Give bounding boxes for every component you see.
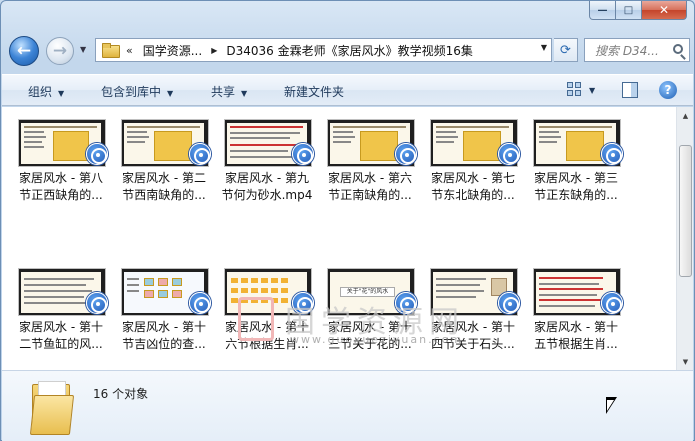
address-bar[interactable]: « 国学资源... ▶ D34036 金霖老师《家居风水》教学视频16集 ▼ <box>95 38 552 62</box>
file-name: 家居风水 - 第三 节正东缺角的... <box>534 171 618 202</box>
preview-pane-icon[interactable] <box>622 82 638 98</box>
folder-icon <box>102 43 120 58</box>
file-item[interactable]: 家居风水 - 第十 五节根据生肖... <box>517 256 623 356</box>
explorer-window: — □ ✕ ← → ▼ « 国学资源... ▶ D34036 金霖老师《家居风水… <box>0 0 695 441</box>
file-name: 家居风水 - 第十 四节关于石头... <box>431 320 515 351</box>
view-options-icon[interactable] <box>567 82 583 98</box>
include-in-library-label: 包含到库中 <box>101 85 162 99</box>
file-item[interactable]: 家居风水 - 第七 节东北缺角的... <box>414 107 520 207</box>
file-item[interactable]: 家居风水 - 第九 节何为砂水.mp4 <box>208 107 314 207</box>
close-button[interactable]: ✕ <box>642 1 687 20</box>
item-count: 16 个对象 <box>93 387 149 401</box>
share-label: 共享 <box>211 85 236 99</box>
file-name: 家居风水 - 第十 二节鱼缸的风... <box>19 320 103 351</box>
file-item[interactable]: 家居风水 - 第十 六节根据生肖... <box>208 256 314 356</box>
caption-buttons: — □ ✕ <box>589 1 687 20</box>
recent-pages-dropdown-icon[interactable]: ▼ <box>80 45 86 54</box>
slide-title: 关于"花"的风水 <box>340 287 395 297</box>
file-name: 家居风水 - 第十 三节关于花的... <box>328 320 412 351</box>
breadcrumb-current[interactable]: D34036 金霖老师《家居风水》教学视频16集 <box>226 42 473 59</box>
video-file-icon <box>601 143 623 165</box>
file-item[interactable]: 家居风水 - 第二 节西南缺角的... <box>105 107 211 207</box>
scroll-thumb[interactable] <box>679 145 692 277</box>
share-menu[interactable]: 共享 ▼ <box>211 83 247 100</box>
file-item[interactable]: 家居风水 - 第十 二节鱼缸的风... <box>2 256 108 356</box>
file-name: 家居风水 - 第六 节正南缺角的... <box>328 171 412 202</box>
organize-menu[interactable]: 组织 ▼ <box>28 83 64 100</box>
search-input[interactable]: 搜索 D34... <box>595 42 667 59</box>
scroll-down-icon[interactable]: ▼ <box>677 353 694 370</box>
new-folder-label: 新建文件夹 <box>284 85 345 99</box>
file-item[interactable]: 家居风水 - 第三 节正东缺角的... <box>517 107 623 207</box>
navigation-bar: ← → ▼ « 国学资源... ▶ D34036 金霖老师《家居风水》教学视频1… <box>1 33 694 69</box>
refresh-button[interactable]: ⟳ <box>554 38 578 62</box>
file-name: 家居风水 - 第十 节吉凶位的查... <box>122 320 206 351</box>
file-name: 家居风水 - 第八 节正西缺角的... <box>19 171 103 202</box>
command-bar: 组织 ▼ 包含到库中 ▼ 共享 ▼ 新建文件夹 ▼ ? <box>2 74 693 106</box>
folder-icon <box>29 381 75 435</box>
refresh-icon: ⟳ <box>560 42 571 58</box>
file-name: 家居风水 - 第七 节东北缺角的... <box>431 171 515 202</box>
chevron-down-icon: ▼ <box>241 89 248 98</box>
file-item[interactable]: 关于"花"的风水 家居风水 - 第十 三节关于花的... <box>311 256 417 356</box>
back-button[interactable]: ← <box>9 36 39 66</box>
minimize-button[interactable]: — <box>589 1 616 20</box>
file-name: 家居风水 - 第十 六节根据生肖... <box>225 320 309 351</box>
file-item[interactable]: 家居风水 - 第八 节正西缺角的... <box>2 107 108 207</box>
scroll-up-icon[interactable]: ▲ <box>677 107 694 124</box>
file-name: 家居风水 - 第二 节西南缺角的... <box>122 171 206 202</box>
video-file-icon <box>601 292 623 314</box>
file-item[interactable]: 家居风水 - 第六 节正南缺角的... <box>311 107 417 207</box>
forward-arrow-icon: → <box>52 41 68 61</box>
file-item[interactable]: 家居风水 - 第十 四节关于石头... <box>414 256 520 356</box>
include-in-library-menu[interactable]: 包含到库中 ▼ <box>101 83 173 100</box>
chevron-down-icon: ▼ <box>58 89 65 98</box>
organize-label: 组织 <box>28 85 53 99</box>
breadcrumb-separator-icon[interactable]: ▶ <box>211 46 217 55</box>
breadcrumb-overflow-chevron[interactable]: « <box>126 44 133 57</box>
breadcrumb-parent[interactable]: 国学资源... <box>143 42 202 59</box>
maximize-button[interactable]: □ <box>616 1 642 20</box>
forward-button[interactable]: → <box>46 37 74 65</box>
view-dropdown-icon[interactable]: ▼ <box>589 86 595 95</box>
details-pane: 16 个对象 <box>2 370 693 441</box>
file-item[interactable]: 家居风水 - 第十 节吉凶位的查... <box>105 256 211 356</box>
new-folder-button[interactable]: 新建文件夹 <box>284 83 344 100</box>
search-icon <box>673 44 683 54</box>
back-arrow-icon: ← <box>16 41 32 61</box>
search-box[interactable]: 搜索 D34... <box>584 38 690 62</box>
file-name: 家居风水 - 第九 节何为砂水.mp4 <box>221 171 313 202</box>
vertical-scrollbar[interactable]: ▲ ▼ <box>676 107 693 370</box>
address-dropdown-icon[interactable]: ▼ <box>541 43 547 52</box>
file-list: 家居风水 - 第八 节正西缺角的... 家居风水 - 第二 节西南缺角的... 家居… <box>2 107 676 370</box>
help-icon[interactable]: ? <box>659 81 677 99</box>
chevron-down-icon: ▼ <box>167 89 174 98</box>
file-name: 家居风水 - 第十 五节根据生肖... <box>534 320 618 351</box>
